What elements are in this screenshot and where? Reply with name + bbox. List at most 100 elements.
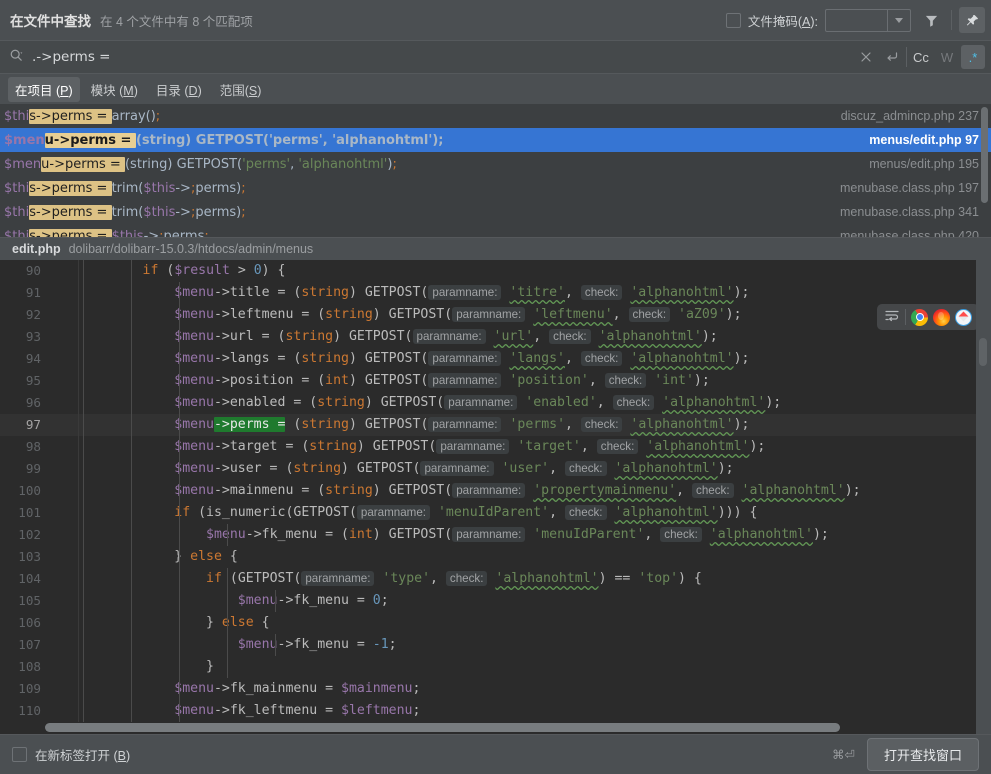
- code-line[interactable]: 94 $menu->langs = (string) GETPOST(param…: [0, 348, 991, 370]
- code-gutter[interactable]: [50, 590, 79, 612]
- result-row[interactable]: $men u->perms = (string) GETPOST('perms',…: [0, 152, 991, 176]
- code-line[interactable]: 93 $menu->url = (string) GETPOST(paramna…: [0, 326, 991, 348]
- result-code: $thi s->perms = array();: [4, 108, 161, 124]
- line-number: 101: [18, 505, 41, 520]
- code-gutter[interactable]: [50, 634, 79, 656]
- open-find-window-button[interactable]: 打开查找窗口: [866, 738, 979, 771]
- code-line[interactable]: 99 $menu->user = (string) GETPOST(paramn…: [0, 458, 991, 480]
- code-gutter[interactable]: [50, 480, 79, 502]
- result-row[interactable]: $thi s->perms = array(); discuz_admincp.ph…: [0, 104, 991, 128]
- code-line[interactable]: 90 if ($result > 0) {: [0, 260, 991, 282]
- code-gutter[interactable]: [50, 304, 79, 326]
- safari-icon[interactable]: [955, 308, 972, 326]
- code-line[interactable]: 96 $menu->enabled = (string) GETPOST(par…: [0, 392, 991, 414]
- param-hint: check:: [445, 571, 488, 586]
- code-vertical-scrollbar[interactable]: [979, 338, 987, 366]
- line-number: 107: [18, 637, 41, 652]
- code-gutter[interactable]: [50, 348, 79, 370]
- code-gutter[interactable]: [50, 678, 79, 700]
- open-in-new-tab-checkbox[interactable]: [12, 747, 27, 762]
- dialog-footer: 在新标签打开 (B) ⌘⏎ 打开查找窗口: [0, 734, 991, 774]
- code-line[interactable]: 107 $menu->fk_menu = -1;: [0, 634, 991, 656]
- occurrence-highlight: ->perms =: [213, 417, 286, 432]
- code-line[interactable]: 100 $menu->mainmenu = (string) GETPOST(p…: [0, 480, 991, 502]
- code-line[interactable]: 91 $menu->title = (string) GETPOST(param…: [0, 282, 991, 304]
- divider: [906, 47, 907, 67]
- code-scroll-track[interactable]: [976, 260, 991, 734]
- search-input[interactable]: .->perms =: [32, 49, 110, 65]
- scope-tab-directory[interactable]: 目录 (D): [149, 77, 209, 102]
- code-gutter[interactable]: [50, 546, 79, 568]
- code-line[interactable]: 109 $menu->fk_mainmenu = $mainmenu;: [0, 678, 991, 700]
- code-text: $menu->title = (string) GETPOST(paramnam…: [79, 282, 991, 304]
- breadcrumb-path: dolibarr/dolibarr-15.0.3/htdocs/admin/me…: [68, 242, 314, 256]
- results-list[interactable]: $thi s->perms = array(); discuz_admincp.ph…: [0, 104, 991, 237]
- search-icon[interactable]: [9, 48, 24, 66]
- code-line[interactable]: 98 $menu->target = (string) GETPOST(para…: [0, 436, 991, 458]
- code-line[interactable]: 103 } else {: [0, 546, 991, 568]
- file-mask-checkbox[interactable]: [725, 12, 741, 28]
- code-gutter[interactable]: [50, 370, 79, 392]
- code-line[interactable]: 106 } else {: [0, 612, 991, 634]
- pin-icon[interactable]: [959, 7, 985, 33]
- code-line[interactable]: 95 $menu->position = (int) GETPOST(param…: [0, 370, 991, 392]
- code-text: $menu->enabled = (string) GETPOST(paramn…: [79, 392, 991, 414]
- code-gutter[interactable]: [50, 458, 79, 480]
- soft-wrap-icon[interactable]: [884, 308, 900, 327]
- firefox-icon[interactable]: [933, 308, 950, 326]
- whole-words-toggle[interactable]: W: [935, 45, 959, 69]
- code-gutter[interactable]: [50, 260, 79, 282]
- filter-icon[interactable]: [918, 7, 944, 33]
- code-line[interactable]: 92 $menu->leftmenu = (string) GETPOST(pa…: [0, 304, 991, 326]
- code-gutter[interactable]: [50, 568, 79, 590]
- close-icon[interactable]: [854, 45, 878, 69]
- result-path: menus/edit.php 97: [869, 133, 979, 147]
- code-line[interactable]: 101 if (is_numeric(GETPOST(paramname: 'm…: [0, 502, 991, 524]
- match-highlight: s->perms =: [29, 204, 112, 220]
- search-bar[interactable]: .->perms = Cc W .*: [0, 40, 991, 74]
- code-gutter[interactable]: [50, 502, 79, 524]
- return-icon[interactable]: [880, 45, 904, 69]
- code-line[interactable]: 97 $menu->perms = (string) GETPOST(param…: [0, 414, 991, 436]
- scope-tab-scope[interactable]: 范围(S): [213, 77, 269, 102]
- code-line[interactable]: 110 $menu->fk_leftmenu = $leftmenu;: [0, 700, 991, 722]
- code-gutter[interactable]: [50, 524, 79, 546]
- param-hint: check:: [612, 395, 655, 410]
- file-mask-label: 文件掩码(A):: [747, 14, 818, 29]
- code-gutter[interactable]: [50, 326, 79, 348]
- code-gutter[interactable]: [50, 436, 79, 458]
- code-text: $menu->leftmenu = (string) GETPOST(param…: [79, 304, 991, 326]
- param-hint: paramname:: [452, 527, 526, 542]
- scope-tab-module[interactable]: 模块 (M): [84, 77, 145, 102]
- result-row[interactable]: $thi s->perms = trim($this->;perms); menub…: [0, 200, 991, 224]
- param-hint: check:: [628, 307, 671, 322]
- code-gutter[interactable]: [50, 282, 79, 304]
- open-in-new-tab-group[interactable]: 在新标签打开 (B): [12, 745, 130, 764]
- code-horizontal-scrollbar[interactable]: [45, 723, 975, 732]
- param-hint: check:: [580, 351, 623, 366]
- file-mask-combo[interactable]: [825, 8, 911, 32]
- code-gutter[interactable]: [50, 612, 79, 634]
- code-line[interactable]: 105 $menu->fk_menu = 0;: [0, 590, 991, 612]
- result-row[interactable]: $thi s->perms = trim($this->;perms); menub…: [0, 176, 991, 200]
- code-line[interactable]: 104 if (GETPOST(paramname: 'type', check…: [0, 568, 991, 590]
- code-gutter[interactable]: [50, 414, 79, 436]
- code-gutter[interactable]: [50, 700, 79, 722]
- line-number: 99: [25, 461, 41, 476]
- result-row[interactable]: $thi s->perms = $this->;perms; menubase.cl…: [0, 224, 991, 237]
- chevron-down-icon[interactable]: [887, 9, 910, 31]
- code-gutter[interactable]: [50, 392, 79, 414]
- code-text: if (is_numeric(GETPOST(paramname: 'menuI…: [79, 502, 991, 524]
- regex-toggle[interactable]: .*: [961, 45, 985, 69]
- result-row[interactable]: $men u->perms = (string) GETPOST('perms',…: [0, 128, 991, 152]
- results-scrollbar[interactable]: [981, 107, 988, 203]
- chrome-icon[interactable]: [911, 308, 928, 326]
- code-gutter[interactable]: [50, 656, 79, 678]
- scope-tab-project[interactable]: 在项目 (P): [8, 76, 80, 102]
- code-line[interactable]: 108 }: [0, 656, 991, 678]
- match-case-toggle[interactable]: Cc: [909, 45, 933, 69]
- breadcrumb-file: edit.php: [12, 242, 61, 256]
- file-mask-input[interactable]: [826, 10, 887, 31]
- code-preview[interactable]: 90 if ($result > 0) {91 $menu->title = (…: [0, 260, 991, 734]
- code-line[interactable]: 102 $menu->fk_menu = (int) GETPOST(param…: [0, 524, 991, 546]
